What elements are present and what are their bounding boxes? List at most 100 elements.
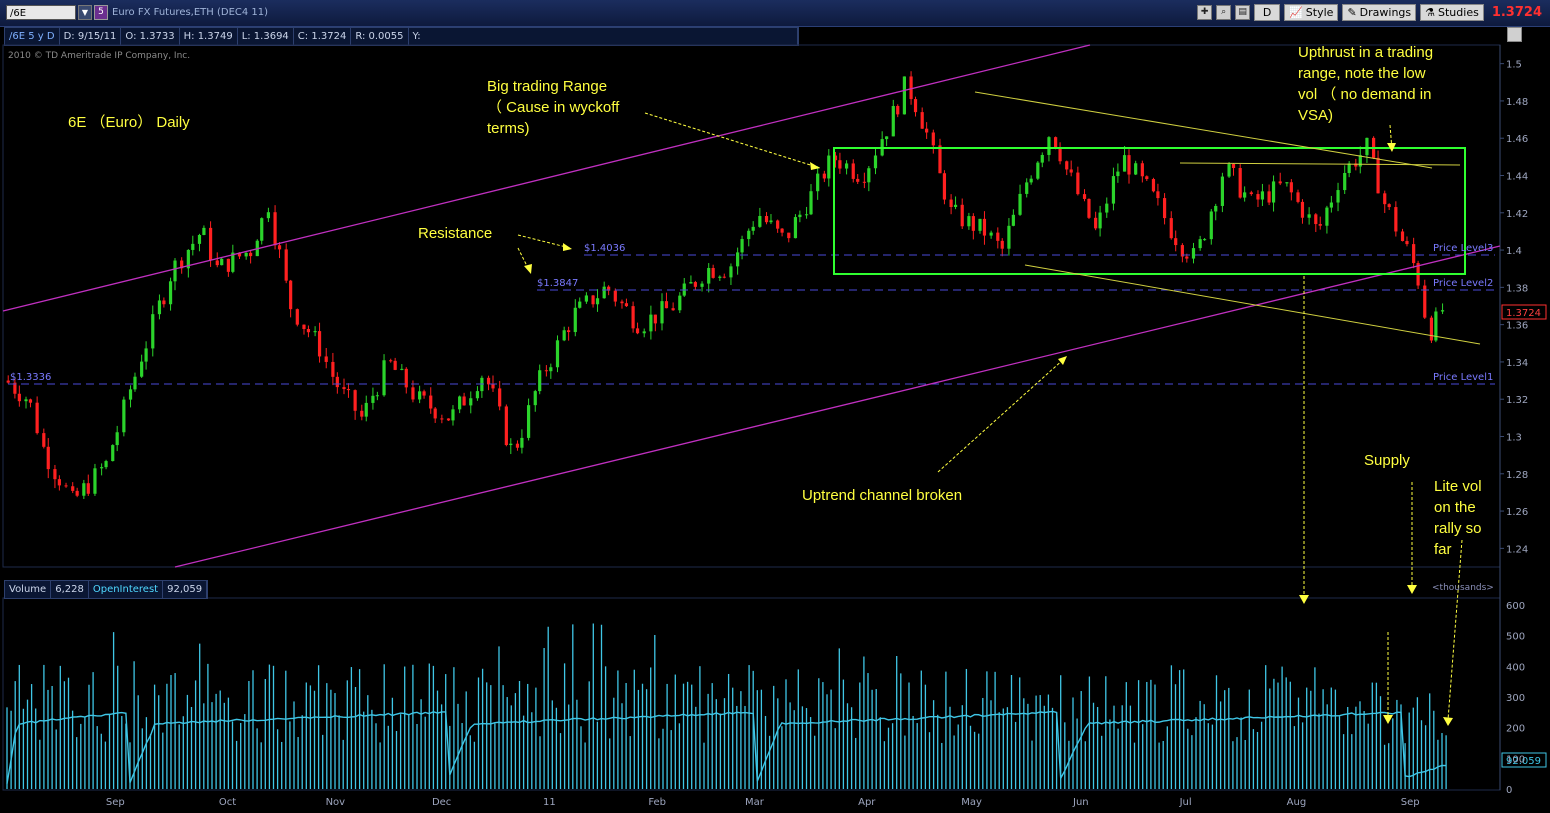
candle-body: [700, 283, 704, 287]
candle-body: [678, 295, 682, 311]
candle-body: [57, 479, 61, 486]
candle-body: [567, 330, 571, 333]
candle-body: [157, 300, 162, 315]
candle-body: [1025, 182, 1029, 194]
candle-body: [1111, 176, 1116, 204]
candle-body: [266, 212, 271, 219]
candle-body: [896, 105, 900, 115]
volume-units: <thousands>: [1432, 583, 1494, 593]
candle-body: [1243, 192, 1247, 198]
candle-body: [104, 461, 108, 468]
candle-body: [555, 340, 560, 368]
price-level3-label: Price Level3: [1433, 243, 1493, 254]
range-annotation-3: terms): [487, 120, 530, 137]
candle-body: [660, 301, 664, 324]
y-tick-label: 1.26: [1506, 507, 1528, 518]
candle-body: [671, 308, 675, 311]
candle-body: [1040, 154, 1044, 163]
candle-body: [509, 443, 513, 446]
last-price-box-label: 1.3724: [1506, 308, 1541, 319]
upthrust-annotation-3: vol （ no demand in: [1298, 86, 1431, 103]
candle-body: [1394, 207, 1398, 232]
x-tick-label: Apr: [858, 797, 876, 808]
candle-body: [1325, 207, 1329, 226]
candle-body: [1169, 218, 1173, 239]
candle-body: [653, 314, 657, 324]
volume-tick-label: 0: [1506, 785, 1512, 796]
candle-body: [371, 395, 375, 403]
candle-body: [515, 443, 520, 448]
candle-body: [538, 370, 542, 392]
candle-body: [440, 418, 444, 420]
channel-lower-line[interactable]: [174, 245, 1501, 568]
candle-body: [331, 361, 335, 377]
trend-top-flat-line[interactable]: [1179, 162, 1461, 166]
candle-body: [168, 281, 173, 305]
arrow-heads: [524, 143, 1453, 726]
candle-body: [1054, 137, 1058, 148]
candle-body: [978, 218, 982, 231]
candle-body: [342, 387, 346, 390]
candle-body: [960, 204, 964, 227]
candle-body: [144, 348, 148, 362]
candle-body: [844, 163, 849, 169]
candle-body: [491, 384, 495, 389]
candle-body: [925, 128, 929, 133]
candle-body: [693, 282, 697, 287]
candle-body: [804, 214, 809, 216]
channel-annotation: Uptrend channel broken: [802, 487, 962, 504]
candle-body: [1318, 224, 1322, 226]
candle-body: [364, 402, 368, 417]
price-level2-label: Price Level2: [1433, 278, 1493, 289]
candle-body: [902, 76, 907, 115]
x-tick-label: Dec: [432, 797, 451, 808]
candle-body: [856, 178, 860, 182]
candle-body: [1307, 214, 1311, 218]
y-tick-label: 1.5: [1506, 60, 1522, 71]
price-level1-label: Price Level1: [1433, 372, 1493, 383]
resistance-annotation: Resistance: [418, 225, 492, 242]
volume-bars-layer: [6, 623, 1447, 789]
candle-body: [1227, 164, 1231, 177]
upthrust-annotation-1: Upthrust in a trading: [1298, 44, 1433, 61]
x-tick-label: Sep: [1401, 797, 1420, 808]
candle-body: [867, 168, 871, 183]
candle-body: [1336, 190, 1340, 203]
y-tick-label: 1.42: [1506, 209, 1528, 220]
candle-body: [729, 266, 733, 278]
candle-body: [1387, 204, 1391, 208]
candle-body: [989, 232, 993, 236]
candle-body: [787, 232, 791, 239]
candle-body: [822, 173, 826, 179]
x-tick-label: Nov: [326, 797, 346, 808]
candle-body: [1203, 239, 1207, 241]
candle-body: [1007, 225, 1011, 249]
candle-body: [360, 410, 364, 417]
candle-body: [115, 432, 119, 446]
candle-body: [938, 145, 942, 174]
candle-body: [642, 331, 646, 334]
candle-body: [1256, 194, 1260, 200]
x-tick-label: Sep: [106, 797, 125, 808]
price-chart[interactable]: 6E （Euro） Daily Big trading Range （ Caus…: [0, 0, 1550, 813]
candle-body: [664, 301, 669, 309]
candle-body: [475, 391, 480, 399]
y-tick-label: 1.3: [1506, 433, 1522, 444]
candle-body: [809, 191, 813, 215]
candle-body: [82, 483, 86, 496]
candle-body: [1065, 161, 1069, 170]
candle-body: [591, 295, 595, 305]
candle-body: [353, 390, 357, 411]
upthrust-annotation-2: range, note the low: [1298, 65, 1426, 82]
candle-body: [53, 469, 57, 480]
candle-body: [100, 467, 104, 469]
candle-body: [1127, 155, 1131, 175]
x-tick-label: Oct: [219, 797, 236, 808]
candle-body: [202, 227, 206, 235]
candle-body: [446, 418, 451, 421]
candle-body: [722, 276, 726, 278]
candle-body: [411, 387, 415, 400]
trend-lower-line[interactable]: [1024, 264, 1481, 345]
volume-header-bar: Volume 6,228 OpenInterest 92,059: [4, 580, 209, 599]
candle-body: [736, 252, 740, 267]
